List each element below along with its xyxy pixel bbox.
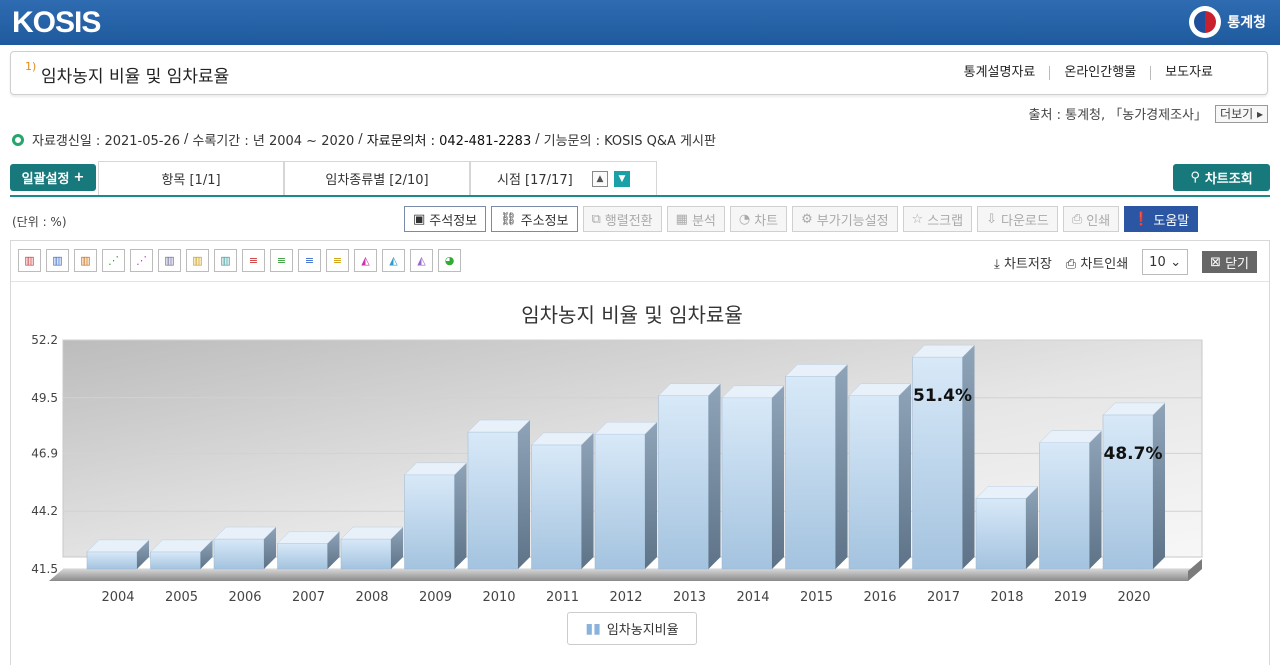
y-tick-label: 44.2 <box>31 504 58 518</box>
x-tick-label: 2015 <box>800 590 833 605</box>
bar-side <box>962 345 975 569</box>
chart-legend[interactable]: ▮▮ 임차농지비율 <box>567 612 697 645</box>
chart-title: 임차농지 비율 및 임차료율 <box>521 303 742 327</box>
legend-bar-icon: ▮▮ <box>585 620 601 637</box>
x-tick-label: 2020 <box>1117 590 1150 605</box>
x-tick-label: 2016 <box>863 590 896 605</box>
bar-side <box>708 383 721 569</box>
bar-side <box>645 422 657 569</box>
x-tick-label: 2007 <box>292 590 325 605</box>
bar-side <box>1153 402 1165 569</box>
bar-side <box>899 383 911 569</box>
bar <box>340 538 392 570</box>
x-tick-label: 2009 <box>419 590 452 605</box>
chart-floor-side <box>1188 559 1202 581</box>
x-tick-label: 2017 <box>927 590 960 605</box>
x-tick-label: 2008 <box>355 590 388 605</box>
x-tick-label: 2010 <box>482 590 515 605</box>
data-label: 51.4% <box>913 386 972 406</box>
x-tick-label: 2019 <box>1054 590 1087 605</box>
bar <box>404 474 455 570</box>
bar <box>594 433 646 570</box>
y-tick-label: 46.9 <box>31 446 58 460</box>
x-tick-label: 2018 <box>990 590 1023 605</box>
bar-side <box>835 364 848 569</box>
bar <box>86 551 138 570</box>
bar <box>467 431 519 570</box>
bar <box>658 395 709 570</box>
bar-side <box>581 432 594 569</box>
bar-side <box>772 385 784 569</box>
bar <box>975 498 1027 570</box>
x-tick-label: 2012 <box>609 590 642 605</box>
x-tick-label: 2014 <box>736 590 769 605</box>
bar <box>1039 442 1090 570</box>
x-tick-label: 2006 <box>228 590 261 605</box>
bar <box>277 543 328 570</box>
bar-side <box>1026 486 1038 569</box>
bar-chart: 임차농지 비율 및 임차료율 52.2 49.5 46.9 44.2 41.5 2004 20… <box>31 303 1203 605</box>
bar-side <box>1089 430 1102 569</box>
bar <box>785 376 836 570</box>
data-label: 48.7% <box>1104 444 1163 464</box>
bar <box>721 397 773 570</box>
y-tick-label: 52.2 <box>31 333 58 347</box>
x-tick-label: 2004 <box>101 590 134 605</box>
legend-series-label: 임차농지비율 <box>606 623 679 638</box>
bar <box>213 538 265 570</box>
bar <box>531 444 582 570</box>
chart-floor <box>49 569 1202 581</box>
bar <box>848 395 900 570</box>
y-tick-label: 41.5 <box>31 562 58 576</box>
bar-side <box>518 420 530 569</box>
x-tick-label: 2013 <box>673 590 706 605</box>
x-tick-label: 2005 <box>165 590 198 605</box>
bar <box>150 551 201 570</box>
y-tick-label: 49.5 <box>31 391 58 405</box>
bar-side <box>454 462 467 569</box>
bar <box>1102 414 1154 570</box>
x-tick-label: 2011 <box>546 590 579 605</box>
